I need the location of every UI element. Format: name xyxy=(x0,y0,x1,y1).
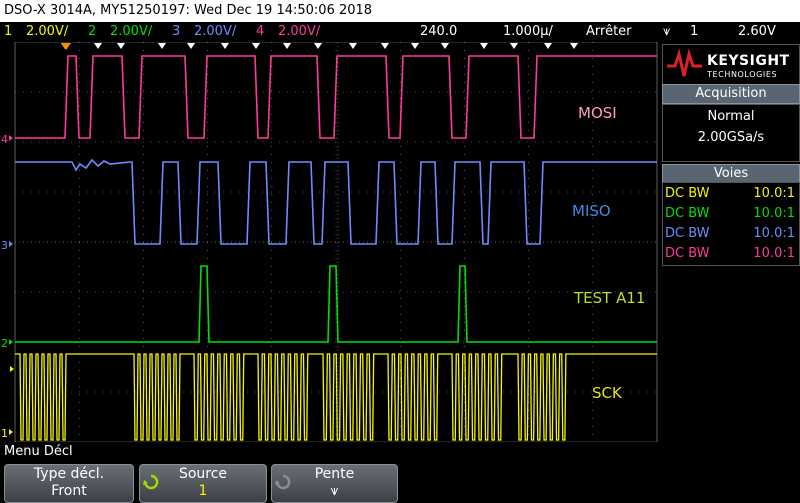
time-marker xyxy=(381,43,389,49)
acquisition-box: Normal 2.00GSa/s xyxy=(662,104,800,162)
time-marker xyxy=(480,43,488,49)
time-marker xyxy=(94,43,102,49)
menu-title: Menu Décl xyxy=(4,444,73,460)
mosi-trace xyxy=(15,56,657,138)
probe-ratio: 10.0:1 xyxy=(753,204,795,224)
ground-marker-4[interactable]: 4 xyxy=(1,133,8,146)
ch2-scale[interactable]: 2.00V/ xyxy=(110,22,152,42)
channel-coupling: DC BW xyxy=(665,244,710,264)
sample-rate: 2.00GSa/s xyxy=(663,128,799,147)
trigger-slope-icon: ⩛ xyxy=(663,22,670,42)
probe-ratio: 10.0:1 xyxy=(753,224,795,244)
ch1-scale[interactable]: 2.00V/ xyxy=(26,22,68,42)
status-bar: 1 2.00V/ 2 2.00V/ 3 2.00V/ 4 2.00V/ 240.… xyxy=(0,22,800,42)
trigger-position-marker xyxy=(61,43,71,50)
trigger-level[interactable]: 2.60V xyxy=(738,22,776,42)
channel-row-2: DC BW 10.0:1 xyxy=(663,204,799,224)
channel-coupling: DC BW xyxy=(665,204,710,224)
ground-marker-2[interactable]: 2 xyxy=(1,337,8,350)
ch4-number[interactable]: 4 xyxy=(256,22,264,42)
ch1-number[interactable]: 1 xyxy=(4,22,12,42)
channels-box: DC BW 10.0:1 DC BW 10.0:1 DC BW 10.0:1 D… xyxy=(662,182,800,266)
ch3-number[interactable]: 3 xyxy=(172,22,180,42)
time-marker xyxy=(283,43,291,49)
ground-arrow xyxy=(9,339,13,345)
probe-ratio: 10.0:1 xyxy=(753,244,795,264)
softkey-label: Source xyxy=(140,466,266,483)
waveform-svg: 4 3 2 1 xyxy=(0,42,660,442)
softkey-bar: Menu Décl Type décl. Front Source 1 Pent… xyxy=(0,442,800,503)
timebase-scale[interactable]: 1.000µ/ xyxy=(503,22,553,42)
time-marker xyxy=(441,43,449,49)
test-a11-label: TEST A11 xyxy=(574,289,645,307)
ground-arrow xyxy=(9,135,13,141)
ground-marker-3[interactable]: 3 xyxy=(1,239,8,252)
keysight-wave-icon xyxy=(665,46,705,84)
window-title: DSO-X 3014A, MY51250197: Wed Dec 19 14:5… xyxy=(0,3,372,18)
trigger-type-softkey[interactable]: Type décl. Front xyxy=(4,464,134,503)
ch4-scale[interactable]: 2.00V/ xyxy=(278,22,320,42)
ground-marker-1[interactable]: 1 xyxy=(1,427,8,440)
sck-label: SCK xyxy=(592,384,622,402)
channel-row-4: DC BW 10.0:1 xyxy=(663,244,799,264)
ground-arrow xyxy=(9,241,13,247)
time-marker xyxy=(314,43,322,49)
time-marker xyxy=(349,43,357,49)
ground-arrow xyxy=(9,429,13,435)
softkey-value: Front xyxy=(5,483,133,500)
channel-row-1: DC BW 10.0:1 xyxy=(663,184,799,204)
trigger-channel[interactable]: 1 xyxy=(690,22,698,42)
time-marker xyxy=(158,43,166,49)
miso-label: MISO xyxy=(572,202,611,220)
mosi-label: MOSI xyxy=(578,104,617,122)
time-marker xyxy=(221,43,229,49)
probe-ratio: 10.0:1 xyxy=(753,184,795,204)
time-marker xyxy=(117,43,125,49)
time-marker xyxy=(411,43,419,49)
softkey-value: ⩛ xyxy=(272,483,397,500)
time-marker xyxy=(544,43,552,49)
time-marker xyxy=(252,43,260,49)
time-markers xyxy=(61,43,578,50)
channel-row-3: DC BW 10.0:1 xyxy=(663,224,799,244)
keysight-logo: KEYSIGHT TECHNOLOGIES xyxy=(662,44,800,86)
slope-softkey[interactable]: Pente ⩛ xyxy=(271,464,398,503)
ch3-scale[interactable]: 2.00V/ xyxy=(194,22,236,42)
horizontal-delay[interactable]: 240.0͸ xyxy=(420,22,457,42)
waveform-display[interactable]: 4 3 2 1 MOSI MISO TEST A11 SCK xyxy=(0,42,660,442)
logo-brand: KEYSIGHT xyxy=(707,53,790,69)
channel-coupling: DC BW xyxy=(665,224,710,244)
acquisition-mode: Normal xyxy=(663,107,799,126)
channel-coupling: DC BW xyxy=(665,184,710,204)
title-bar: DSO-X 3014A, MY51250197: Wed Dec 19 14:5… xyxy=(0,0,800,22)
softkey-value: 1 xyxy=(140,483,266,500)
trigger-level-marker[interactable] xyxy=(10,366,14,372)
source-softkey[interactable]: Source 1 xyxy=(139,464,267,503)
ground-markers: 4 3 2 1 xyxy=(1,133,14,440)
acquisition-header[interactable]: Acquisition xyxy=(662,84,800,104)
softkey-label: Pente xyxy=(272,466,397,483)
time-marker xyxy=(570,43,578,49)
time-marker xyxy=(510,43,518,49)
voies-header[interactable]: Voies xyxy=(662,164,800,184)
run-state[interactable]: Arrêter xyxy=(586,22,632,42)
info-panel: KEYSIGHT TECHNOLOGIES Acquisition Normal… xyxy=(660,42,800,442)
sck-trace xyxy=(15,354,657,440)
ch2-number[interactable]: 2 xyxy=(88,22,96,42)
time-marker xyxy=(187,43,195,49)
softkey-label: Type décl. xyxy=(5,466,133,483)
logo-sub: TECHNOLOGIES xyxy=(707,70,777,79)
